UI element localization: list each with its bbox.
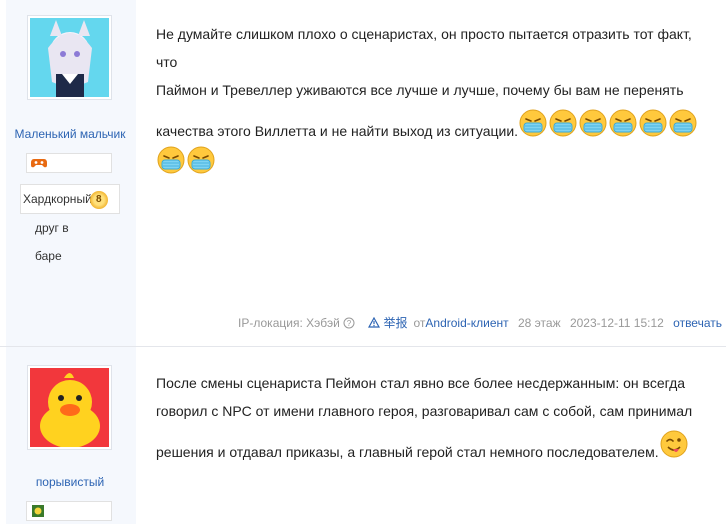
content-line: Паймон и Тревеллер уживаются все лучше и… <box>156 82 684 98</box>
post-content-2: После смены сценариста Пеймон стал явно … <box>156 369 716 466</box>
forum-title-line1: друг в <box>35 221 69 235</box>
content-text: решения и отдавал приказы, а главный гер… <box>156 444 659 460</box>
user-level-badge[interactable]: Хардкорный 8 <box>20 184 120 214</box>
content-line: говорил с NPC от имени главного героя, р… <box>156 403 693 419</box>
report-link[interactable]: 举报 <box>368 316 408 330</box>
anime-girl-avatar-image <box>30 18 109 97</box>
gamepad-badge-icon <box>31 159 47 168</box>
emoji-line <box>156 145 716 182</box>
content-line-with-emoji: решения и отдавал приказы, а главный гер… <box>156 429 716 466</box>
forum-title-line2: баре <box>35 249 62 263</box>
level-number-icon: 8 <box>89 190 108 209</box>
avatar[interactable] <box>27 365 112 450</box>
sick-emoji-icon <box>548 108 578 138</box>
yellow-duck-avatar-image <box>30 368 109 448</box>
level-title: Хардкорный <box>23 192 92 206</box>
warning-icon <box>368 316 381 328</box>
content-line: Не думайте слишком плохо о сценаристах, … <box>156 26 692 70</box>
sick-emoji-icon <box>608 108 638 138</box>
sick-emoji-icon <box>578 108 608 138</box>
sick-emoji-icon <box>668 108 698 138</box>
badge-box <box>26 153 112 173</box>
sick-emoji-icon <box>186 145 216 175</box>
content-text: качества этого Виллетта и не найти выход… <box>156 123 519 139</box>
report-label: 举报 <box>383 316 408 330</box>
badge-box <box>26 501 112 521</box>
green-badge-icon <box>32 505 44 517</box>
help-icon[interactable]: ? <box>343 317 355 329</box>
sick-emoji-icon <box>638 108 668 138</box>
from-prefix: от <box>413 316 426 330</box>
tongue-out-emoji-icon <box>659 429 689 459</box>
content-line: После смены сценариста Пеймон стал явно … <box>156 375 686 391</box>
post-floor-28: Маленький мальчик Хардкорный 8 друг в бар… <box>0 0 726 346</box>
floor-number: 28 этаж <box>518 316 561 330</box>
reply-link[interactable]: отвечать <box>673 316 722 330</box>
client-link[interactable]: Android-клиент <box>425 316 508 330</box>
post-datetime: 2023-12-11 15:12 <box>569 316 664 330</box>
username[interactable]: порывистый <box>0 475 140 489</box>
ip-location: IP-локация: Хэбэй <box>238 316 340 330</box>
post-tail: IP-локация: Хэбэй? 举报 отAndroid-клиент 28… <box>232 314 722 331</box>
avatar[interactable] <box>27 15 112 100</box>
post-content: Не думайте слишком плохо о сценаристах, … <box>156 20 716 182</box>
sick-emoji-icon <box>156 145 186 175</box>
content-line-with-emoji: качества этого Виллетта и не найти выход… <box>156 108 716 145</box>
sick-emoji-icon <box>518 108 548 138</box>
svg-text:?: ? <box>347 319 352 328</box>
username[interactable]: Маленький мальчик <box>0 127 140 141</box>
